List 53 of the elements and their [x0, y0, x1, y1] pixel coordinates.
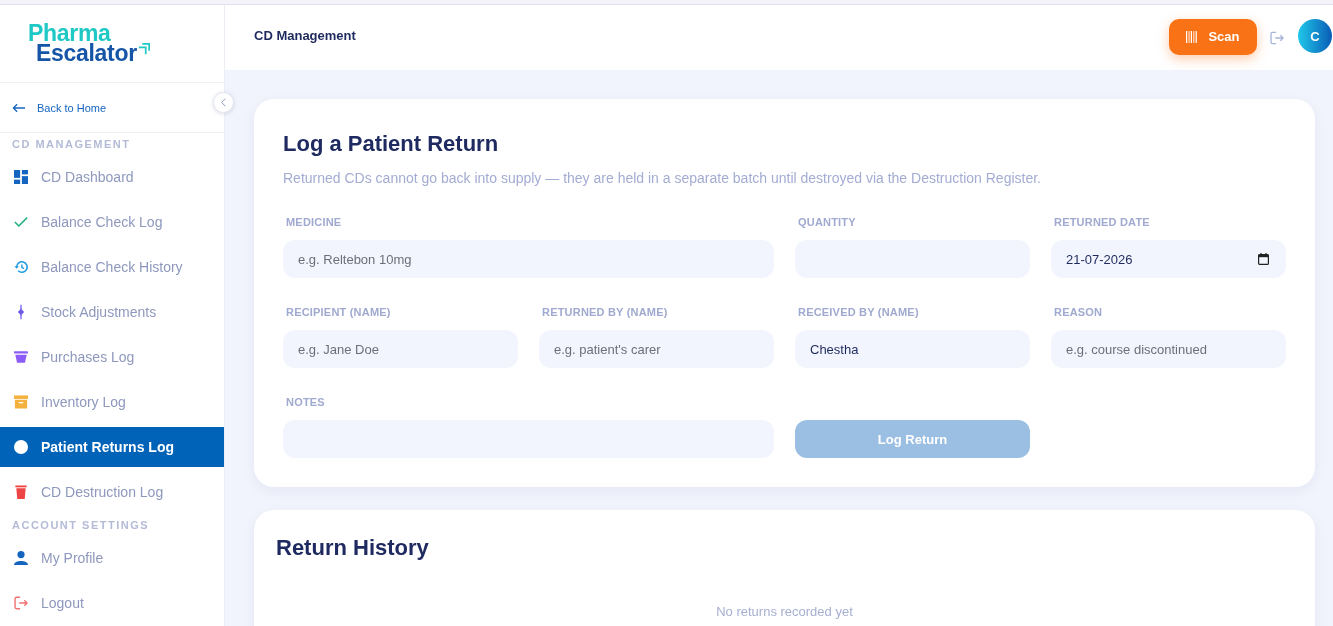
- barcode-icon: [1186, 30, 1199, 43]
- calendar-icon[interactable]: [1258, 253, 1269, 265]
- sidebar-item[interactable]: My Profile: [0, 538, 224, 578]
- chevron-left-icon: [221, 98, 226, 107]
- sidebar-item[interactable]: Stock Adjustments: [0, 292, 224, 332]
- page-title: CD Management: [254, 27, 356, 43]
- field-label: RETURNED BY (NAME): [541, 305, 668, 319]
- text-field[interactable]: e.g. patient's carer: [539, 330, 774, 368]
- field-label: MEDICINE: [285, 215, 342, 229]
- date-field[interactable]: 21-07-2026: [1051, 240, 1286, 278]
- circle-icon: [14, 440, 28, 454]
- card-title: Return History: [276, 534, 430, 562]
- arrow-left-icon: [12, 102, 25, 113]
- basket-icon: [14, 350, 28, 364]
- field-label: RECIPIENT (NAME): [285, 305, 391, 319]
- sidebar-item[interactable]: Balance Check History: [0, 247, 224, 287]
- empty-message: No returns recorded yet: [715, 604, 854, 620]
- diamond-icon: [17, 304, 25, 320]
- field-label: QUANTITY: [797, 215, 856, 229]
- text-field[interactable]: e.g. Reltebon 10mg: [283, 240, 774, 278]
- trash-icon: [14, 485, 28, 499]
- sidebar-item[interactable]: Patient Returns Log: [0, 427, 224, 467]
- field-label: NOTES: [285, 395, 325, 409]
- sidebar-item[interactable]: Logout: [0, 583, 224, 623]
- logout-icon[interactable]: [1270, 30, 1284, 45]
- double-arrow-icon: [137, 43, 150, 55]
- section-label: CD MANAGEMENT: [11, 138, 132, 150]
- back-link[interactable]: Back to Home: [12, 101, 107, 114]
- sidebar-item[interactable]: Purchases Log: [0, 337, 224, 377]
- field-label: RETURNED DATE: [1053, 215, 1150, 229]
- archive-icon: [14, 395, 28, 409]
- sidebar-item[interactable]: Inventory Log: [0, 382, 224, 422]
- sidebar-item[interactable]: CD Dashboard: [0, 157, 224, 197]
- check-icon: [14, 215, 28, 229]
- field-label: RECEIVED BY (NAME): [797, 305, 919, 319]
- dashboard-icon: [14, 170, 28, 184]
- field-label: REASON: [1053, 305, 1103, 319]
- scan-button[interactable]: Scan: [1169, 18, 1257, 55]
- text-field[interactable]: Chestha: [795, 330, 1030, 368]
- logout-icon: [14, 596, 28, 610]
- user-avatar[interactable]: C: [1298, 19, 1332, 53]
- history-icon: [14, 260, 28, 274]
- logo-text: Escalator: [36, 43, 137, 63]
- sidebar-item[interactable]: CD Destruction Log: [0, 472, 224, 512]
- section-label: ACCOUNT SETTINGS: [11, 519, 151, 531]
- person-icon: [14, 551, 28, 565]
- card-title: Log a Patient Return: [283, 130, 500, 158]
- logo-text: Pharma: [28, 23, 111, 43]
- text-field[interactable]: e.g. Jane Doe: [283, 330, 518, 368]
- text-field[interactable]: e.g. course discontinued: [1051, 330, 1286, 368]
- card-subtitle: Returned CDs cannot go back into supply — they are held in a separate batch until destroyed via the Destruction Register.: [283, 169, 1042, 187]
- sidebar-item[interactable]: Balance Check Log: [0, 202, 224, 242]
- collapse-button[interactable]: [213, 92, 234, 113]
